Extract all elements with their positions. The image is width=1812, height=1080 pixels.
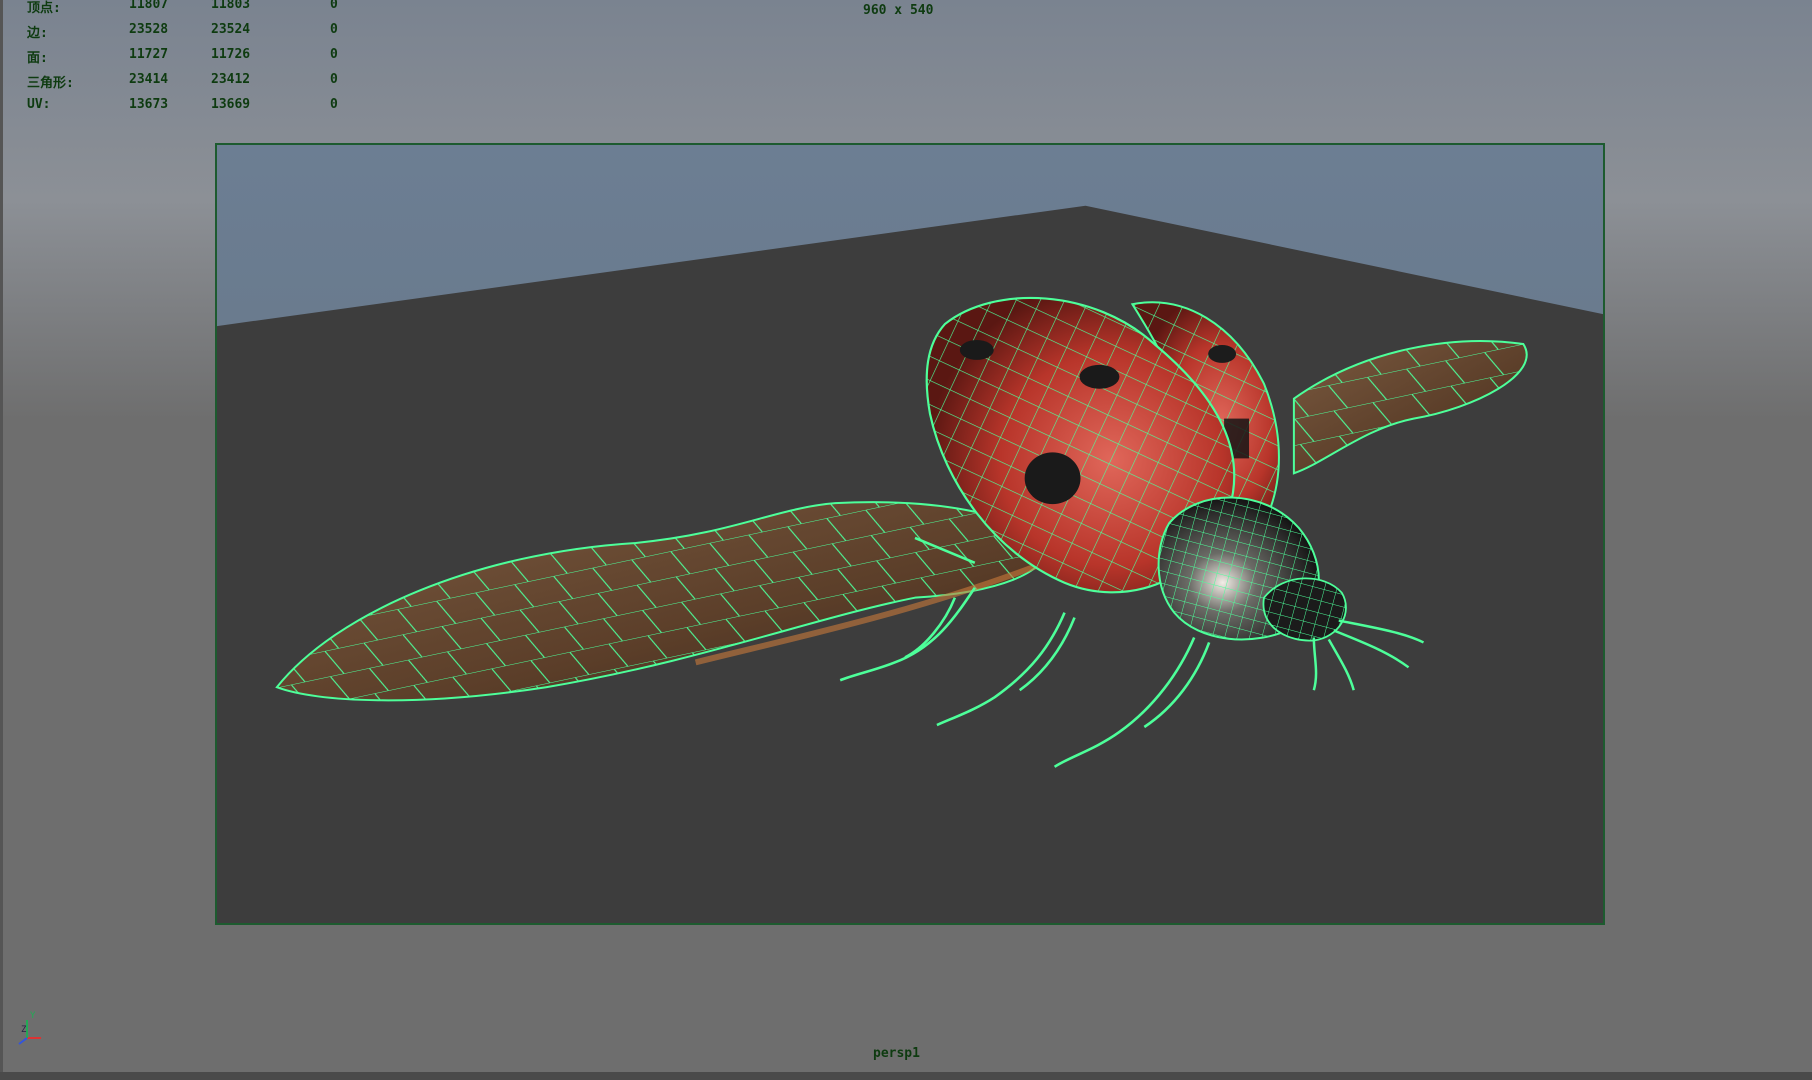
- resolution-gate-label: 960 x 540: [863, 3, 934, 18]
- axis-label-y: Y: [30, 1011, 36, 1021]
- camera-name-label: persp1: [873, 1046, 920, 1061]
- viewport-bottom-border: [0, 1072, 1812, 1080]
- axis-label-z: Z: [21, 1025, 27, 1035]
- maya-viewport[interactable]: 顶点: 11807 11803 0 边: 23528 23524 0 面: 11…: [0, 0, 1812, 1080]
- scene-render[interactable]: [217, 145, 1603, 923]
- resolution-gate: [215, 143, 1605, 925]
- axis-gizmo-icon: Z Y: [18, 1011, 41, 1045]
